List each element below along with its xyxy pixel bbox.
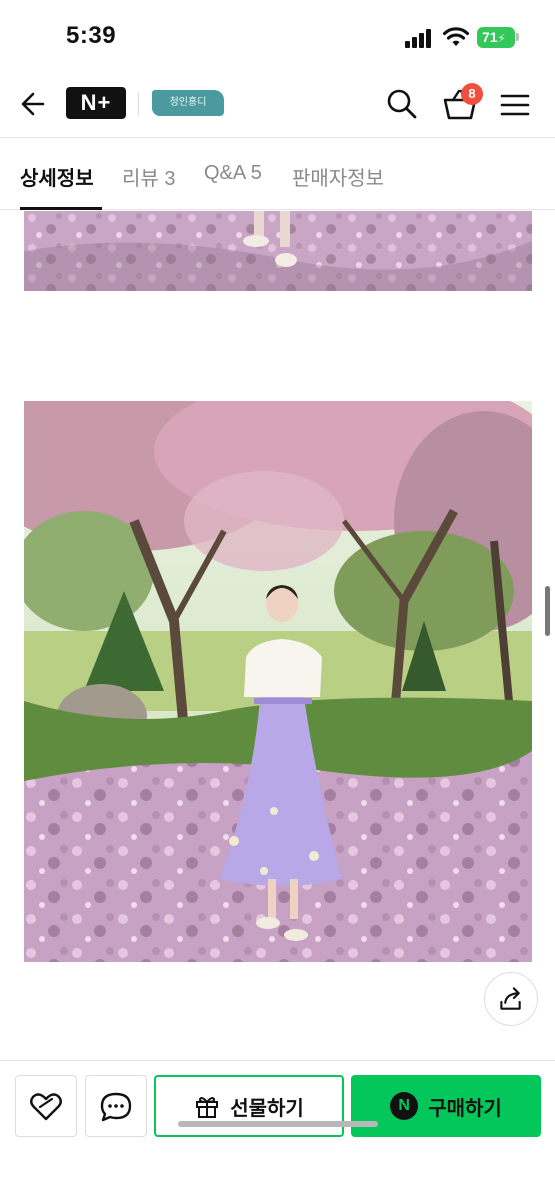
wishlist-button[interactable]	[15, 1075, 77, 1137]
gift-button[interactable]: 선물하기	[154, 1075, 344, 1137]
cellular-signal-icon	[405, 28, 435, 48]
battery-tip	[516, 33, 519, 41]
naver-pay-icon: N	[390, 1092, 419, 1120]
hamburger-menu-icon[interactable]	[498, 88, 532, 122]
scrollbar-thumb[interactable]	[545, 586, 550, 636]
battery-indicator: 71⚡	[477, 27, 515, 48]
buy-button-label: 구매하기	[428, 1097, 502, 1120]
app-header: N+ 청인홍디 8	[0, 72, 555, 138]
gift-icon	[196, 1097, 219, 1118]
status-bar: 5:39 71⚡	[0, 0, 555, 72]
chat-bubble-icon	[100, 1092, 132, 1122]
store-brand-logo[interactable]: 청인홍디	[152, 90, 224, 116]
home-indicator	[178, 1121, 378, 1127]
tab-reviews[interactable]: 리뷰 3	[122, 162, 175, 191]
logo-divider	[138, 93, 139, 115]
active-tab-indicator	[20, 207, 102, 210]
buy-now-button[interactable]: N 구매하기	[351, 1075, 541, 1137]
tab-seller-info[interactable]: 판매자정보	[292, 162, 384, 191]
talktalk-chat-button[interactable]	[85, 1075, 147, 1137]
nplus-store-logo[interactable]: N+	[66, 87, 126, 119]
heart-icon	[30, 1093, 62, 1121]
tab-details[interactable]: 상세정보	[20, 162, 94, 191]
product-tabs: 상세정보 리뷰 3 Q&A 5 판매자정보	[0, 138, 555, 210]
wifi-icon	[443, 27, 469, 46]
product-photo-main	[24, 401, 532, 962]
status-time: 5:39	[66, 22, 117, 49]
purchase-bar: 선물하기 N 구매하기	[0, 1060, 555, 1200]
search-icon[interactable]	[384, 86, 420, 122]
gift-button-label: 선물하기	[230, 1097, 304, 1120]
tab-qna[interactable]: Q&A 5	[204, 162, 262, 185]
back-arrow-icon[interactable]	[16, 86, 52, 122]
product-photo-partial	[24, 211, 532, 291]
cart-count-badge: 8	[461, 83, 483, 105]
battery-level: 71	[482, 29, 498, 45]
share-icon[interactable]	[484, 972, 538, 1026]
